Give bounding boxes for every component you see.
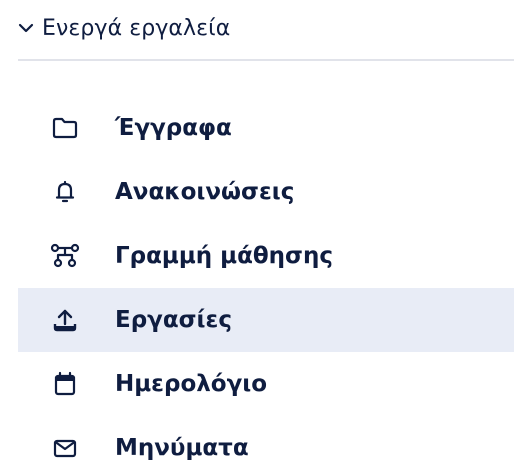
bell-icon <box>50 177 80 207</box>
tool-item-label: Μηνύματα <box>115 435 249 461</box>
active-tools-section-toggle[interactable]: Ενεργά εργαλεία <box>18 8 230 48</box>
tool-item-label: Γραμμή μάθησης <box>115 243 333 269</box>
tool-item-label: Ημερολόγιο <box>115 371 268 397</box>
tool-item-learning-path[interactable]: Γραμμή μάθησης <box>18 224 514 288</box>
tool-list: Έγγραφα Ανακοινώσεις Γραμμή μάθησης Εργα… <box>18 96 514 474</box>
envelope-icon <box>50 433 80 463</box>
active-tools-panel: Ενεργά εργαλεία Έγγραφα Ανακοινώσεις Γρα… <box>0 0 514 474</box>
tool-item-assignments[interactable]: Εργασίες <box>18 288 514 352</box>
divider <box>18 59 514 61</box>
folder-icon <box>50 113 80 143</box>
tool-item-label: Ανακοινώσεις <box>115 179 295 205</box>
calendar-icon <box>50 369 80 399</box>
tool-item-announcements[interactable]: Ανακοινώσεις <box>18 160 514 224</box>
tool-item-label: Εργασίες <box>115 307 232 333</box>
tool-item-messages[interactable]: Μηνύματα <box>18 416 514 474</box>
tool-item-label: Έγγραφα <box>115 115 232 141</box>
tool-item-documents[interactable]: Έγγραφα <box>18 96 514 160</box>
tool-item-calendar[interactable]: Ημερολόγιο <box>18 352 514 416</box>
chevron-down-icon <box>18 20 34 36</box>
upload-icon <box>50 305 80 335</box>
learning-path-icon <box>50 241 80 271</box>
section-title: Ενεργά εργαλεία <box>42 15 231 41</box>
